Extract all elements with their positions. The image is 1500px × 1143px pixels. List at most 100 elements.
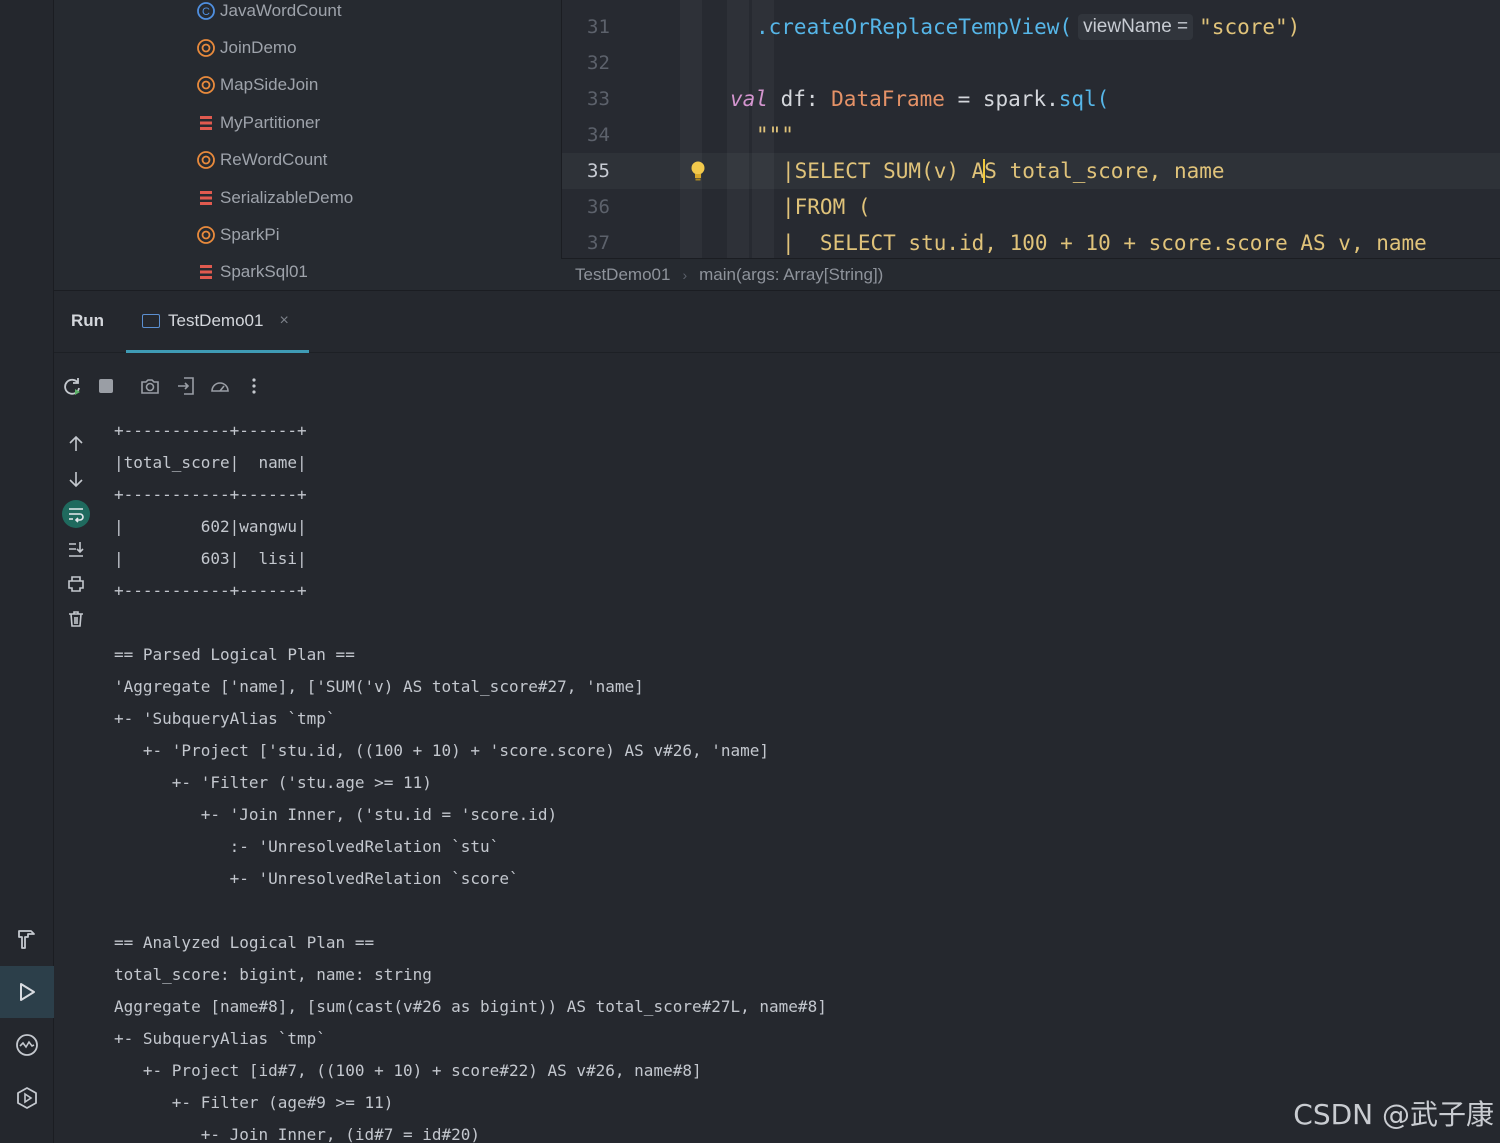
- console-line: | 602|wangwu|: [114, 517, 307, 536]
- scroll-to-end-button[interactable]: [62, 535, 90, 563]
- scala-class-icon: [196, 262, 216, 282]
- tree-item[interactable]: MapSideJoin: [196, 70, 318, 100]
- code-token-keyword: val: [730, 87, 768, 111]
- console-line: +- 'Join Inner, ('stu.id = 'score.id): [114, 805, 558, 824]
- tool-window-strip: [0, 0, 54, 1143]
- coverage-button[interactable]: [206, 371, 234, 401]
- code-line-33: val df: DataFrame = spark. sql(: [730, 81, 1109, 117]
- profiler-tool-button[interactable]: [0, 1019, 54, 1071]
- line-number: 32: [587, 52, 610, 74]
- build-tool-button[interactable]: [0, 913, 54, 965]
- services-icon: [17, 1087, 37, 1109]
- console-line: +- SubqueryAlias `tmp`: [114, 1029, 326, 1048]
- console-line: +- 'Project ['stu.id, ((100 + 10) + 'sco…: [114, 741, 770, 760]
- console-line: |total_score| name|: [114, 453, 307, 472]
- console-line: 'Aggregate ['name], ['SUM('v) AS total_s…: [114, 677, 644, 696]
- tree-item-label: MyPartitioner: [220, 113, 321, 132]
- code-token-plain: = spark.: [944, 87, 1059, 111]
- line-number: 37: [587, 232, 610, 254]
- console-line: +-----------+------+: [114, 421, 307, 440]
- chevron-right-icon: ›: [682, 266, 688, 283]
- run-panel-header: Run TestDemo01 ×: [54, 291, 1500, 353]
- line-number: 34: [587, 124, 610, 146]
- scala-class-icon: [196, 188, 216, 208]
- tree-item[interactable]: ReWordCount: [196, 145, 327, 175]
- close-icon[interactable]: ×: [279, 312, 288, 330]
- clear-console-button[interactable]: [62, 605, 90, 633]
- code-editor[interactable]: 31 32 33 34 35 36 37 .createOrReplaceTem…: [561, 0, 1500, 258]
- project-tree: C JavaWordCount JoinDemo MapSideJoin MyP…: [54, 0, 561, 290]
- tree-item[interactable]: SerializableDemo: [196, 183, 353, 213]
- code-token-sql: |FROM (: [782, 195, 871, 219]
- tree-item[interactable]: MyPartitioner: [196, 108, 320, 138]
- code-token-sql: S total_score, name: [984, 159, 1225, 183]
- import-button[interactable]: [172, 371, 200, 401]
- stop-icon: [99, 379, 113, 393]
- tree-item[interactable]: C JavaWordCount: [196, 0, 342, 26]
- console-line: == Parsed Logical Plan ==: [114, 645, 355, 664]
- console-line: +- 'SubqueryAlias `tmp`: [114, 709, 336, 728]
- console-window-icon: [142, 313, 160, 328]
- tree-item-label: SparkSql01: [220, 262, 308, 281]
- tree-item-label: JoinDemo: [220, 38, 297, 57]
- tree-item[interactable]: SparkSql01: [196, 257, 308, 287]
- screenshot-button[interactable]: [136, 371, 164, 401]
- rerun-icon: [64, 378, 80, 395]
- console-line: | 603| lisi|: [114, 549, 307, 568]
- scroll-to-end-icon: [69, 542, 84, 557]
- scroll-down-button[interactable]: [62, 465, 90, 493]
- arrow-down-icon: [69, 472, 83, 488]
- tree-item-label: JavaWordCount: [220, 1, 342, 20]
- console-line: :- 'UnresolvedRelation `stu`: [114, 837, 500, 856]
- console-line: Aggregate [name#8], [sum(cast(v#26 as bi…: [114, 997, 827, 1016]
- object-icon: [196, 225, 216, 245]
- tree-item-label: MapSideJoin: [220, 75, 319, 94]
- parameter-hint: viewName =: [1078, 14, 1194, 40]
- soft-wrap-icon: [69, 508, 84, 523]
- trash-icon: [69, 611, 83, 627]
- breadcrumb-file[interactable]: TestDemo01: [575, 265, 670, 285]
- console-output[interactable]: +-----------+------+ |total_score| name|…: [114, 415, 1494, 1143]
- tree-item[interactable]: JoinDemo: [196, 33, 297, 63]
- play-icon: [20, 983, 35, 1001]
- lightbulb-icon[interactable]: [688, 160, 708, 182]
- print-button[interactable]: [62, 570, 90, 598]
- code-token-string: "score": [1199, 15, 1288, 39]
- code-token-method: sql(: [1058, 87, 1110, 111]
- tab-label: TestDemo01: [168, 310, 264, 330]
- printer-icon: [68, 576, 84, 592]
- code-line-35: |SELECT SUM(v) AS total_score, name: [782, 153, 1225, 189]
- class-icon: C: [196, 1, 216, 21]
- console-line: +- 'Filter ('stu.age >= 11): [114, 773, 432, 792]
- console-line: +- 'UnresolvedRelation `score`: [114, 869, 519, 888]
- camera-icon: [141, 379, 159, 394]
- console-line: +- Join Inner, (id#7 = id#20): [114, 1125, 481, 1143]
- line-number-current: 35: [587, 160, 610, 182]
- code-token-type: DataFrame: [831, 87, 945, 111]
- more-vertical-icon: [252, 378, 256, 394]
- code-line-37: | SELECT stu.id, 100 + 10 + score.score …: [782, 225, 1427, 258]
- code-token-name: df:: [767, 87, 832, 111]
- scala-class-icon: [196, 113, 216, 133]
- code-line-36: |FROM (: [782, 189, 871, 225]
- services-tool-button[interactable]: [0, 1072, 54, 1124]
- line-number: 33: [587, 88, 610, 110]
- tree-item[interactable]: SparkPi: [196, 220, 280, 250]
- rerun-button[interactable]: [58, 371, 86, 401]
- stop-button[interactable]: [92, 371, 120, 401]
- speedometer-icon: [211, 382, 229, 392]
- run-tool-button[interactable]: [0, 966, 54, 1018]
- breadcrumb-method[interactable]: main(args: Array[String]): [699, 265, 883, 285]
- tree-item-label: ReWordCount: [220, 150, 328, 169]
- line-number: 31: [587, 16, 610, 38]
- object-icon: [196, 38, 216, 58]
- code-token-method: .createOrReplaceTempView(: [756, 15, 1073, 39]
- console-line: +- Project [id#7, ((100 + 10) + score#22…: [114, 1061, 702, 1080]
- code-line-31: .createOrReplaceTempView(viewName = "scor…: [756, 9, 1300, 45]
- scroll-up-button[interactable]: [62, 430, 90, 458]
- console-line: +-----------+------+: [114, 581, 307, 600]
- tab-run-configuration[interactable]: TestDemo01 ×: [126, 291, 309, 353]
- console-side-actions: [54, 426, 98, 636]
- soft-wrap-toggle[interactable]: [62, 500, 90, 528]
- more-options-button[interactable]: [240, 371, 268, 401]
